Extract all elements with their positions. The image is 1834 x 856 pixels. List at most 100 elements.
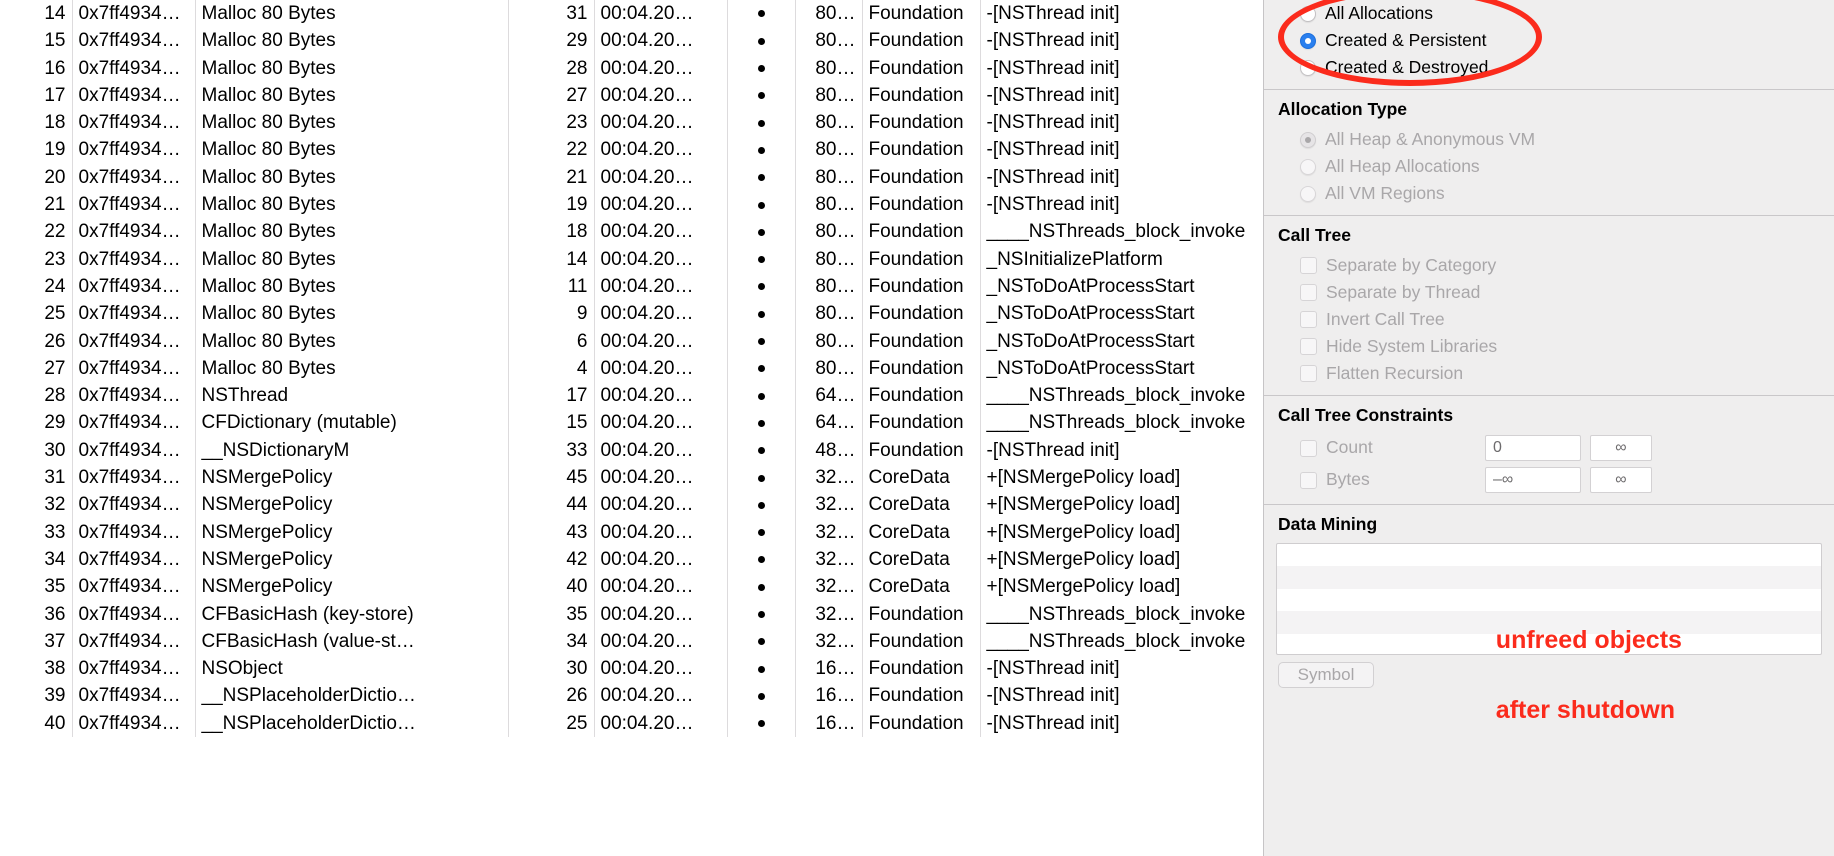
display-settings-inspector[interactable]: All Allocations Created & Persistent Creat… [1263, 0, 1834, 856]
constraint-row-0[interactable]: Count 0 ∞ [1264, 432, 1834, 464]
row-responsible-caller: _NSToDoAtProcessStart [980, 354, 1263, 383]
row-count: 25 [508, 709, 595, 738]
table-row[interactable]: 25 0x7ff4934… Malloc 80 Bytes 9 00:04.20… 80…… [0, 300, 1263, 328]
call-tree-checkbox-group[interactable]: Separate by Category Separate by Thread In… [1264, 252, 1834, 387]
lifespan-option-2[interactable]: Created & Destroyed [1264, 54, 1834, 81]
allocation-lifespan-radio-group[interactable]: All Allocations Created & Persistent Creat… [1264, 0, 1834, 81]
list-item[interactable] [1277, 634, 1821, 654]
row-category: Malloc 80 Bytes [195, 272, 509, 301]
table-row[interactable]: 23 0x7ff4934… Malloc 80 Bytes 14 00:04.20… 80… [0, 245, 1263, 273]
call-tree-constraint-rows[interactable]: Count 0 ∞ Bytes –∞ ∞ [1264, 432, 1834, 496]
table-row[interactable]: 31 0x7ff4934… NSMergePolicy 45 00:04.20… 32… C… [0, 464, 1263, 492]
row-live-marker [727, 191, 796, 219]
table-row[interactable]: 18 0x7ff4934… Malloc 80 Bytes 23 00:04.20… 80… [0, 109, 1263, 137]
row-size: 80… [795, 300, 863, 328]
table-row[interactable]: 30 0x7ff4934… __NSDictionaryM 33 00:04.20… 48… [0, 436, 1263, 465]
call-tree-option-3: Hide System Libraries [1264, 333, 1834, 360]
checkbox-icon[interactable] [1300, 471, 1317, 489]
live-dot-icon [757, 501, 765, 509]
lifespan-option-0[interactable]: All Allocations [1264, 0, 1834, 27]
live-dot-icon [757, 256, 765, 264]
row-timestamp: 00:04.20… [594, 600, 728, 628]
radio-button-icon[interactable] [1300, 5, 1316, 22]
allocations-table[interactable]: 14 0x7ff4934… Malloc 80 Bytes 31 00:04.20… 80… [0, 0, 1263, 738]
data-mining-footer: Symbol [1264, 655, 1834, 688]
row-live-marker [727, 136, 796, 164]
row-count: 11 [508, 272, 595, 301]
constraint-max-input[interactable]: ∞ [1590, 467, 1652, 493]
constraint-min-input[interactable]: 0 [1485, 435, 1581, 461]
row-responsible-library: Foundation [862, 163, 981, 192]
row-count: 6 [508, 327, 595, 355]
table-row[interactable]: 39 0x7ff4934… __NSPlaceholderDictio… 26 00:0… [0, 682, 1263, 710]
data-mining-list[interactable] [1276, 543, 1822, 655]
table-row[interactable]: 22 0x7ff4934… Malloc 80 Bytes 18 00:04.20… 80… [0, 218, 1263, 246]
table-row[interactable]: 40 0x7ff4934… __NSPlaceholderDictio… 25 00:0… [0, 709, 1263, 738]
radio-button-icon[interactable] [1300, 32, 1316, 49]
row-size: 80… [795, 0, 863, 28]
table-row[interactable]: 21 0x7ff4934… Malloc 80 Bytes 19 00:04.20… 80… [0, 191, 1263, 219]
table-row[interactable]: 19 0x7ff4934… Malloc 80 Bytes 22 00:04.20… 80… [0, 136, 1263, 164]
allocation-type-option-label: All VM Regions [1325, 182, 1445, 203]
live-dot-icon [757, 692, 765, 700]
allocation-type-radio-group[interactable]: All Heap & Anonymous VM All Heap Allocati… [1264, 126, 1834, 207]
table-row[interactable]: 29 0x7ff4934… CFDictionary (mutable) 15 00:0… [0, 409, 1263, 437]
table-row[interactable]: 27 0x7ff4934… Malloc 80 Bytes 4 00:04.20… 80…… [0, 354, 1263, 383]
row-responsible-caller: +[NSMergePolicy load] [980, 545, 1263, 574]
row-address: 0x7ff4934… [72, 709, 196, 738]
row-index: 35 [0, 573, 73, 601]
row-address: 0x7ff4934… [72, 436, 196, 465]
symbol-button[interactable]: Symbol [1278, 662, 1374, 688]
row-timestamp: 00:04.20… [594, 109, 728, 137]
row-index: 27 [0, 354, 73, 383]
row-responsible-library: Foundation [862, 382, 981, 410]
list-item[interactable] [1277, 566, 1821, 589]
table-row[interactable]: 37 0x7ff4934… CFBasicHash (value-st… 34 00:0… [0, 627, 1263, 656]
table-row[interactable]: 38 0x7ff4934… NSObject 30 00:04.20… 16… Founda… [0, 655, 1263, 683]
table-row[interactable]: 24 0x7ff4934… Malloc 80 Bytes 11 00:04.20… 80… [0, 272, 1263, 301]
table-row[interactable]: 35 0x7ff4934… NSMergePolicy 40 00:04.20… 32… C… [0, 573, 1263, 601]
call-tree-option-label: Invert Call Tree [1326, 308, 1445, 329]
radio-button-icon[interactable] [1300, 59, 1316, 76]
list-item[interactable] [1277, 611, 1821, 634]
row-responsible-caller: -[NSThread init] [980, 655, 1263, 683]
row-count: 17 [508, 382, 595, 410]
radio-button-icon [1300, 131, 1316, 148]
table-row[interactable]: 20 0x7ff4934… Malloc 80 Bytes 21 00:04.20… 80… [0, 163, 1263, 192]
call-tree-constraints-title: Call Tree Constraints [1278, 405, 1454, 425]
row-index: 31 [0, 464, 73, 492]
row-size: 80… [795, 354, 863, 383]
row-live-marker [727, 81, 796, 110]
table-row[interactable]: 33 0x7ff4934… NSMergePolicy 43 00:04.20… 32… C… [0, 518, 1263, 546]
allocations-table-area[interactable]: 14 0x7ff4934… Malloc 80 Bytes 31 00:04.20… 80… [0, 0, 1263, 856]
row-address: 0x7ff4934… [72, 136, 196, 164]
table-row[interactable]: 36 0x7ff4934… CFBasicHash (key-store) 35 00:… [0, 600, 1263, 628]
row-category: CFBasicHash (value-st… [195, 627, 509, 656]
table-row[interactable]: 34 0x7ff4934… NSMergePolicy 42 00:04.20… 32… C… [0, 545, 1263, 574]
row-address: 0x7ff4934… [72, 354, 196, 383]
list-item[interactable] [1277, 544, 1821, 566]
table-row[interactable]: 17 0x7ff4934… Malloc 80 Bytes 27 00:04.20… 80… [0, 81, 1263, 110]
row-size: 80… [795, 218, 863, 246]
constraint-row-1[interactable]: Bytes –∞ ∞ [1264, 464, 1834, 496]
row-count: 35 [508, 600, 595, 628]
table-row[interactable]: 26 0x7ff4934… Malloc 80 Bytes 6 00:04.20… 80…… [0, 327, 1263, 355]
table-row[interactable]: 32 0x7ff4934… NSMergePolicy 44 00:04.20… 32… C… [0, 491, 1263, 519]
allocation-type-title: Allocation Type [1278, 99, 1407, 119]
table-row[interactable]: 28 0x7ff4934… NSThread 17 00:04.20… 64… Founda… [0, 382, 1263, 410]
row-address: 0x7ff4934… [72, 409, 196, 437]
table-row[interactable]: 14 0x7ff4934… Malloc 80 Bytes 31 00:04.20… 80… [0, 0, 1263, 28]
row-responsible-library: Foundation [862, 655, 981, 683]
row-responsible-library: Foundation [862, 600, 981, 628]
row-category: NSObject [195, 655, 509, 683]
row-index: 37 [0, 627, 73, 656]
row-address: 0x7ff4934… [72, 0, 196, 28]
checkbox-icon[interactable] [1300, 439, 1317, 457]
row-responsible-caller: +[NSMergePolicy load] [980, 518, 1263, 546]
constraint-min-input[interactable]: –∞ [1485, 467, 1581, 493]
table-row[interactable]: 15 0x7ff4934… Malloc 80 Bytes 29 00:04.20… 80… [0, 27, 1263, 55]
lifespan-option-1[interactable]: Created & Persistent [1264, 27, 1834, 54]
list-item[interactable] [1277, 589, 1821, 611]
table-row[interactable]: 16 0x7ff4934… Malloc 80 Bytes 28 00:04.20… 80… [0, 54, 1263, 82]
constraint-max-input[interactable]: ∞ [1590, 435, 1652, 461]
